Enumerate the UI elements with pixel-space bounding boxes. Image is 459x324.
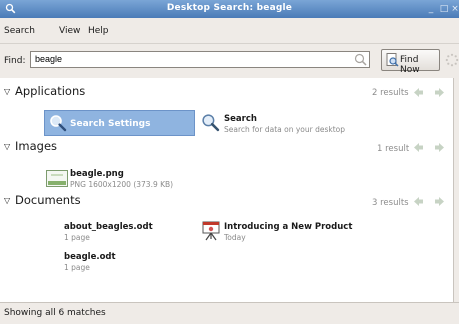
category-count-images: 1 result bbox=[377, 144, 410, 154]
result-subtitle: 1 page bbox=[64, 233, 90, 242]
window-title: Desktop Search: beagle bbox=[166, 3, 293, 13]
collapse-applications-icon[interactable]: ▽ bbox=[4, 87, 10, 96]
next-page-arrow-icon[interactable] bbox=[434, 142, 445, 153]
collapse-images-icon[interactable]: ▽ bbox=[4, 142, 10, 151]
previous-page-arrow-icon[interactable] bbox=[413, 196, 424, 207]
category-title-images: Images bbox=[15, 139, 58, 153]
category-title-documents: Documents bbox=[15, 193, 81, 207]
presentation-icon bbox=[202, 221, 220, 241]
find-toolbar: Find: Find Now bbox=[0, 44, 459, 79]
title-bar[interactable]: Desktop Search: beagle _ □ × bbox=[0, 0, 459, 18]
search-settings-icon bbox=[50, 115, 67, 132]
result-subtitle: Today bbox=[224, 233, 246, 242]
menu-search[interactable]: Search bbox=[4, 26, 35, 36]
result-title[interactable]: about_beagles.odt bbox=[64, 222, 153, 232]
next-page-arrow-icon[interactable] bbox=[434, 196, 445, 207]
menu-bar: Search View Help bbox=[0, 18, 459, 44]
result-title[interactable]: Search bbox=[224, 114, 257, 124]
status-bar: Showing all 6 matches bbox=[0, 302, 459, 324]
result-title: Search Settings bbox=[70, 119, 151, 129]
result-subtitle: PNG 1600x1200 (373.9 KB) bbox=[70, 180, 174, 189]
collapse-documents-icon[interactable]: ▽ bbox=[4, 196, 10, 205]
busy-spinner-icon bbox=[445, 53, 459, 67]
previous-page-arrow-icon[interactable] bbox=[413, 87, 424, 98]
find-page-icon bbox=[386, 53, 399, 67]
results-scrollbar[interactable] bbox=[453, 78, 459, 302]
next-page-arrow-icon[interactable] bbox=[434, 87, 445, 98]
status-text: Showing all 6 matches bbox=[4, 308, 106, 318]
find-label: Find: bbox=[4, 56, 26, 66]
result-title[interactable]: Introducing a New Product bbox=[224, 222, 352, 232]
image-thumbnail-icon bbox=[46, 170, 68, 187]
previous-page-arrow-icon[interactable] bbox=[413, 142, 424, 153]
result-title[interactable]: beagle.png bbox=[70, 169, 124, 179]
find-now-label: Find Now bbox=[400, 55, 420, 75]
category-count-documents: 3 results bbox=[372, 198, 409, 208]
search-input[interactable] bbox=[30, 51, 370, 68]
result-search-settings[interactable]: Search Settings bbox=[44, 110, 195, 136]
close-button[interactable]: × bbox=[451, 4, 459, 14]
maximize-button[interactable]: □ bbox=[439, 4, 449, 14]
category-title-applications: Applications bbox=[15, 84, 86, 98]
result-subtitle: Search for data on your desktop bbox=[224, 125, 346, 134]
minimize-button[interactable]: _ bbox=[426, 4, 436, 14]
clear-search-icon[interactable] bbox=[354, 53, 367, 66]
category-count-applications: 2 results bbox=[372, 88, 409, 98]
menu-view[interactable]: View bbox=[59, 26, 80, 36]
search-icon bbox=[202, 114, 220, 132]
find-now-button[interactable]: Find Now bbox=[381, 49, 440, 75]
result-subtitle: 1 page bbox=[64, 263, 90, 272]
result-title[interactable]: beagle.odt bbox=[64, 252, 116, 262]
menu-help[interactable]: Help bbox=[88, 26, 109, 36]
